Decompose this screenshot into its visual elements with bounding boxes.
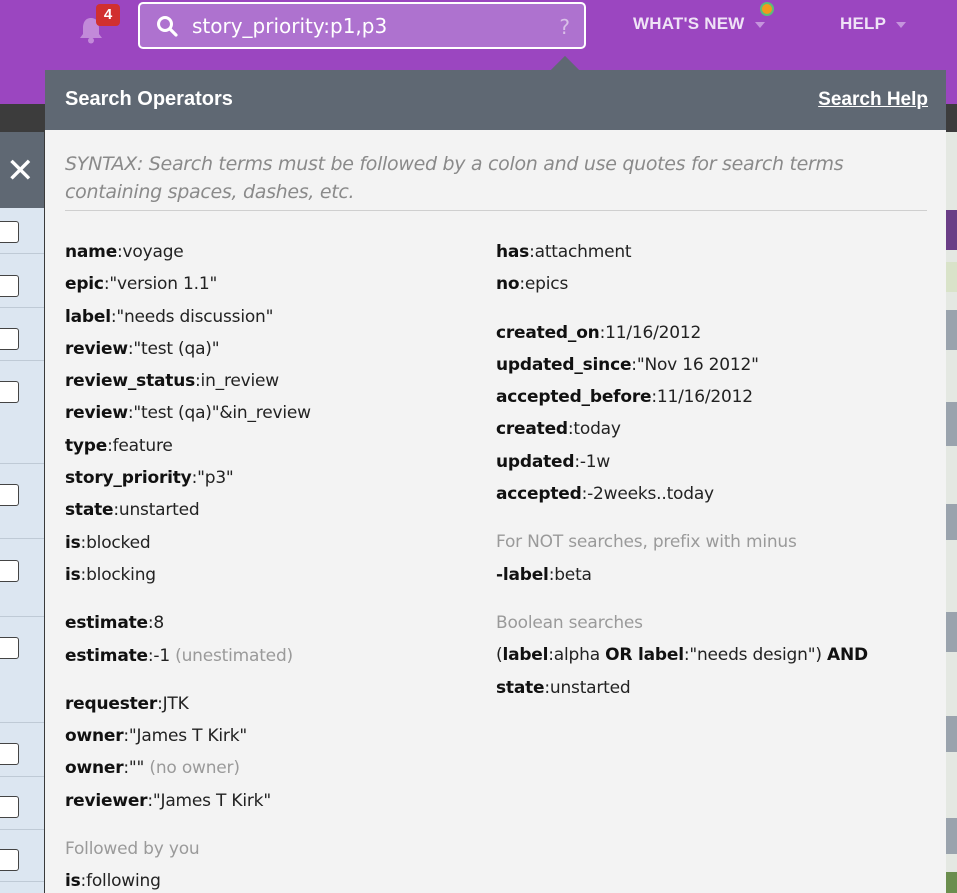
row-divider <box>0 307 44 308</box>
operator-example: review_status:in_review <box>65 371 279 392</box>
story-row-edge <box>946 310 957 350</box>
operator-example: story_priority:"p3" <box>65 468 234 489</box>
syntax-note: SYNTAX: Search terms must be followed by… <box>65 153 844 203</box>
panel-header-edge <box>946 210 957 250</box>
story-row-edge <box>946 716 957 752</box>
search-icon <box>157 16 178 37</box>
search-input[interactable] <box>192 10 532 42</box>
popup-title: Search Operators <box>65 88 233 110</box>
new-indicator-dot <box>760 2 774 16</box>
operator-example: no:epics <box>496 274 569 295</box>
operator-example: state:unstarted <box>65 500 200 521</box>
operator-example: review:"test (qa)"&in_review <box>65 403 311 424</box>
story-checkbox[interactable] <box>0 328 19 350</box>
operator-example: has:attachment <box>496 242 632 262</box>
story-checkbox[interactable] <box>0 796 19 818</box>
operator-example: estimate:-1 (unestimated) <box>65 645 293 666</box>
chevron-down-icon <box>754 21 765 28</box>
story-checkbox[interactable] <box>0 560 19 582</box>
row-divider <box>0 829 44 830</box>
search-help-icon[interactable]: ? <box>559 15 570 39</box>
story-checkbox[interactable] <box>0 743 19 765</box>
operator-example: is:blocked <box>65 532 151 553</box>
operator-example: (label:alpha OR label:"needs design") AN… <box>496 645 868 666</box>
panel-header: ✕ <box>0 132 44 208</box>
operator-example: name:voyage <box>65 242 184 262</box>
notification-count-badge[interactable]: 4 <box>96 4 120 26</box>
row-divider <box>0 360 44 361</box>
operator-example: accepted_before:11/16/2012 <box>496 387 753 408</box>
operator-example: created_on:11/16/2012 <box>496 322 702 343</box>
operator-example: requester:JTK <box>65 693 189 714</box>
whats-new-menu[interactable]: WHAT'S NEW <box>633 14 765 34</box>
story-row-edge <box>946 262 957 292</box>
row-divider <box>0 616 44 617</box>
search-box[interactable]: ? <box>138 2 586 49</box>
operator-example: updated_since:"Nov 16 2012" <box>496 354 759 375</box>
help-menu[interactable]: HELP <box>840 14 907 34</box>
operator-example: state:unstarted <box>496 677 631 698</box>
story-list-panel: ✕ <box>0 132 44 893</box>
close-icon[interactable]: ✕ <box>6 154 35 188</box>
row-divider <box>0 722 44 723</box>
story-checkbox[interactable] <box>0 849 19 871</box>
story-checkbox[interactable] <box>0 221 19 243</box>
story-checkbox[interactable] <box>0 275 19 297</box>
operators-right-column: has:attachment no:epics created_on:11/16… <box>496 236 936 704</box>
whats-new-label: WHAT'S NEW <box>633 14 745 33</box>
row-divider <box>0 538 44 539</box>
operator-example: updated:-1w <box>496 451 611 472</box>
story-checkbox[interactable] <box>0 484 19 506</box>
section-heading: For NOT searches, prefix with minus <box>496 532 797 553</box>
row-divider <box>0 881 44 882</box>
row-divider <box>0 463 44 464</box>
operator-example: is:following <box>65 871 161 892</box>
story-checkbox[interactable] <box>0 381 19 403</box>
operator-example: label:"needs discussion" <box>65 306 274 327</box>
operator-example: owner:"" (no owner) <box>65 758 240 779</box>
operator-example: owner:"James T Kirk" <box>65 726 247 747</box>
search-operators-popup: Search Operators Search Help SYNTAX: Sea… <box>45 70 946 893</box>
popup-header: Search Operators Search Help <box>45 70 946 130</box>
story-row-edge <box>946 402 957 446</box>
operator-example: estimate:8 <box>65 613 165 634</box>
search-help-link[interactable]: Search Help <box>818 89 928 111</box>
row-divider <box>0 253 44 254</box>
chevron-down-icon <box>896 21 907 28</box>
right-panel-edge <box>946 132 957 893</box>
story-row-edge <box>946 818 957 854</box>
operator-example: review:"test (qa)" <box>65 338 220 359</box>
operator-example: epic:"version 1.1" <box>65 274 218 295</box>
story-checkbox[interactable] <box>0 637 19 659</box>
section-heading: Boolean searches <box>496 612 643 633</box>
story-row-edge <box>946 612 957 652</box>
operator-example: is:blocking <box>65 564 156 585</box>
operator-example: created:today <box>496 419 621 440</box>
row-divider <box>0 776 44 777</box>
operator-example: -label:beta <box>496 564 592 585</box>
operators-left-column: name:voyage epic:"version 1.1" label:"ne… <box>65 236 485 893</box>
section-heading: Followed by you <box>65 839 200 860</box>
story-row-edge <box>946 872 957 893</box>
divider <box>65 210 927 211</box>
help-label: HELP <box>840 14 887 33</box>
operator-example: reviewer:"James T Kirk" <box>65 790 271 811</box>
story-row-edge <box>946 504 957 540</box>
operator-example: type:feature <box>65 435 173 456</box>
operator-example: accepted:-2weeks..today <box>496 484 714 505</box>
